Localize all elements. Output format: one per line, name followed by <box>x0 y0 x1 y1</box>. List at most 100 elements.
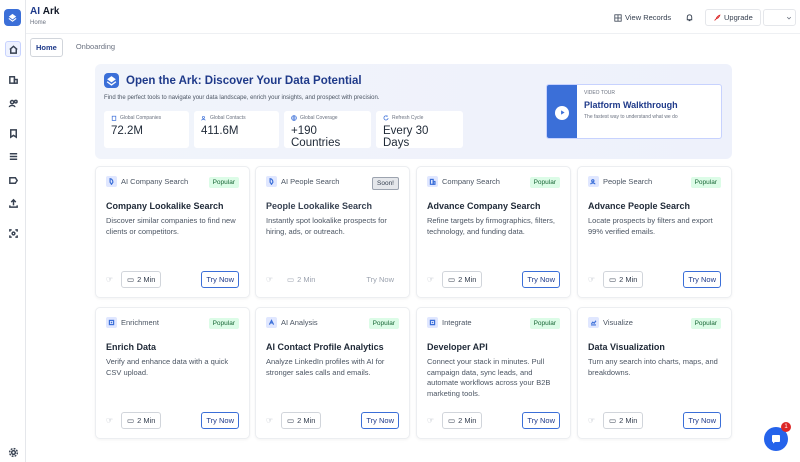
card-ai-contact-profile[interactable]: AI Analysis Popular AI Contact Profile A… <box>255 307 410 439</box>
thumbs-icon[interactable]: ☞ <box>266 416 273 425</box>
chart-icon <box>588 317 599 328</box>
view-records-button[interactable]: View Records <box>614 9 671 26</box>
card-people-lookalike[interactable]: AI People Search Soon! People Lookalike … <box>255 166 410 298</box>
ai-company-icon <box>106 176 117 187</box>
card-advance-company-search[interactable]: Company Search Popular Advance Company S… <box>416 166 571 298</box>
sidebar-list-icon[interactable] <box>5 148 21 164</box>
building-icon <box>111 115 117 121</box>
try-now-button: Try Now <box>366 275 394 284</box>
card-category-label: People Search <box>603 177 653 186</box>
hero-title: Open the Ark: Discover Your Data Potenti… <box>126 75 362 87</box>
try-now-button[interactable]: Try Now <box>201 271 239 288</box>
video-icon: ▭ <box>609 416 617 425</box>
play-icon[interactable] <box>555 105 569 120</box>
brand-suffix: Ark <box>42 6 60 17</box>
thumbs-icon[interactable]: ☞ <box>588 275 595 284</box>
card-company-lookalike[interactable]: AI Company Search Popular Company Lookal… <box>95 166 250 298</box>
sidebar-bookmark-icon[interactable] <box>5 125 21 141</box>
card-title: Advance Company Search <box>427 201 541 211</box>
duration-label: 2 Min <box>619 275 638 284</box>
stat-label: Global Contacts <box>210 115 246 121</box>
duration-label: 2 Min <box>297 275 316 284</box>
ai-analysis-icon <box>266 317 277 328</box>
popular-badge: Popular <box>529 318 560 329</box>
video-thumbnail[interactable] <box>547 85 577 138</box>
tab-home[interactable]: Home <box>30 38 63 57</box>
thumbs-icon[interactable]: ☞ <box>427 275 434 284</box>
app-logo-icon[interactable] <box>4 9 21 26</box>
stat-label-row: Refresh Cycle <box>383 115 456 121</box>
popular-badge: Popular <box>208 177 239 188</box>
thumbs-icon[interactable]: ☞ <box>106 275 113 284</box>
stat-label: Refresh Cycle <box>392 115 424 121</box>
card-category: Integrate <box>427 317 472 328</box>
video-icon: ▭ <box>609 275 617 284</box>
thumbs-icon[interactable]: ☞ <box>588 416 595 425</box>
chat-icon <box>772 435 780 444</box>
breadcrumb[interactable]: Home <box>30 20 59 26</box>
stat-value: +190 Countries <box>291 125 341 149</box>
people-icon <box>588 176 599 187</box>
card-category: People Search <box>588 176 652 187</box>
sidebar <box>0 0 26 462</box>
chevron-down-icon <box>786 16 792 19</box>
grid-icon <box>614 13 622 22</box>
card-category: AI People Search <box>266 176 339 187</box>
notifications-button[interactable] <box>685 9 694 26</box>
duration-label: 2 Min <box>619 416 638 425</box>
video-icon: ▭ <box>448 275 456 284</box>
tab-onboarding[interactable]: Onboarding <box>71 38 120 57</box>
card-footer: ☞ ▭ 2 Min Try Now <box>588 271 721 288</box>
duration-badge: ▭ 2 Min <box>281 271 321 288</box>
sidebar-people-icon[interactable] <box>5 95 21 111</box>
card-category: Visualize <box>588 317 633 328</box>
popular-badge: Popular <box>690 177 721 188</box>
try-now-button[interactable]: Try Now <box>683 412 721 429</box>
card-footer: ☞ ▭ 2 Min Try Now <box>106 412 239 429</box>
stat-refresh-cycle: Refresh Cycle Every 30 Days <box>376 111 463 149</box>
video-tour-card[interactable]: VIDEO TOUR Platform Walkthrough The fast… <box>546 84 722 139</box>
duration-badge: ▭ 2 Min <box>121 271 162 288</box>
card-description: Refine targets by firmographics, filters… <box>427 216 555 236</box>
duration-badge: ▭ 2 Min <box>603 412 644 429</box>
card-category-label: Enrichment <box>121 318 159 327</box>
card-description: Instantly spot lookalike prospects for h… <box>266 216 387 236</box>
video-icon: ▭ <box>127 416 135 425</box>
try-now-button[interactable]: Try Now <box>201 412 239 429</box>
brand-prefix: AI <box>30 6 40 17</box>
card-advance-people-search[interactable]: People Search Popular Advance People Sea… <box>577 166 732 298</box>
card-category-label: AI People Search <box>281 177 340 186</box>
upgrade-button[interactable]: Upgrade <box>705 9 761 26</box>
stat-label-row: Global Contacts <box>201 115 272 121</box>
refresh-icon <box>383 115 389 121</box>
account-select[interactable] <box>763 9 796 26</box>
try-now-button[interactable]: Try Now <box>522 271 560 288</box>
sidebar-settings-icon[interactable] <box>5 444 21 460</box>
duration-badge: ▭ 2 Min <box>281 412 322 429</box>
sidebar-tag-icon[interactable] <box>5 172 21 188</box>
sidebar-upload-icon[interactable] <box>5 195 21 211</box>
thumbs-icon[interactable]: ☞ <box>106 416 113 425</box>
thumbs-icon: ☞ <box>266 275 274 284</box>
card-enrich-data[interactable]: Enrichment Popular Enrich Data Verify an… <box>95 307 250 439</box>
card-developer-api[interactable]: Integrate Popular Developer API Connect … <box>416 307 571 439</box>
hero-banner: Open the Ark: Discover Your Data Potenti… <box>95 64 732 159</box>
try-now-button[interactable]: Try Now <box>522 412 560 429</box>
sidebar-home-icon[interactable] <box>5 41 21 57</box>
card-category-label: Company Search <box>442 177 500 186</box>
building-icon <box>427 176 438 187</box>
thumbs-icon[interactable]: ☞ <box>427 416 434 425</box>
duration-label: 2 Min <box>137 275 156 284</box>
card-description: Discover similar companies to find new c… <box>106 216 236 236</box>
sidebar-scan-icon[interactable] <box>5 225 21 241</box>
video-title: Platform Walkthrough <box>584 100 678 110</box>
card-title: People Lookalike Search <box>266 201 373 211</box>
try-now-button[interactable]: Try Now <box>683 271 721 288</box>
card-footer: ☞ ▭ 2 Min Try Now <box>106 271 239 288</box>
popular-badge: Popular <box>690 318 721 329</box>
stat-label-row: Global Companies <box>111 115 182 121</box>
sidebar-companies-icon[interactable] <box>5 71 21 87</box>
duration-label: 2 Min <box>458 275 477 284</box>
card-data-visualization[interactable]: Visualize Popular Data Visualization Tur… <box>577 307 732 439</box>
try-now-button[interactable]: Try Now <box>361 412 399 429</box>
